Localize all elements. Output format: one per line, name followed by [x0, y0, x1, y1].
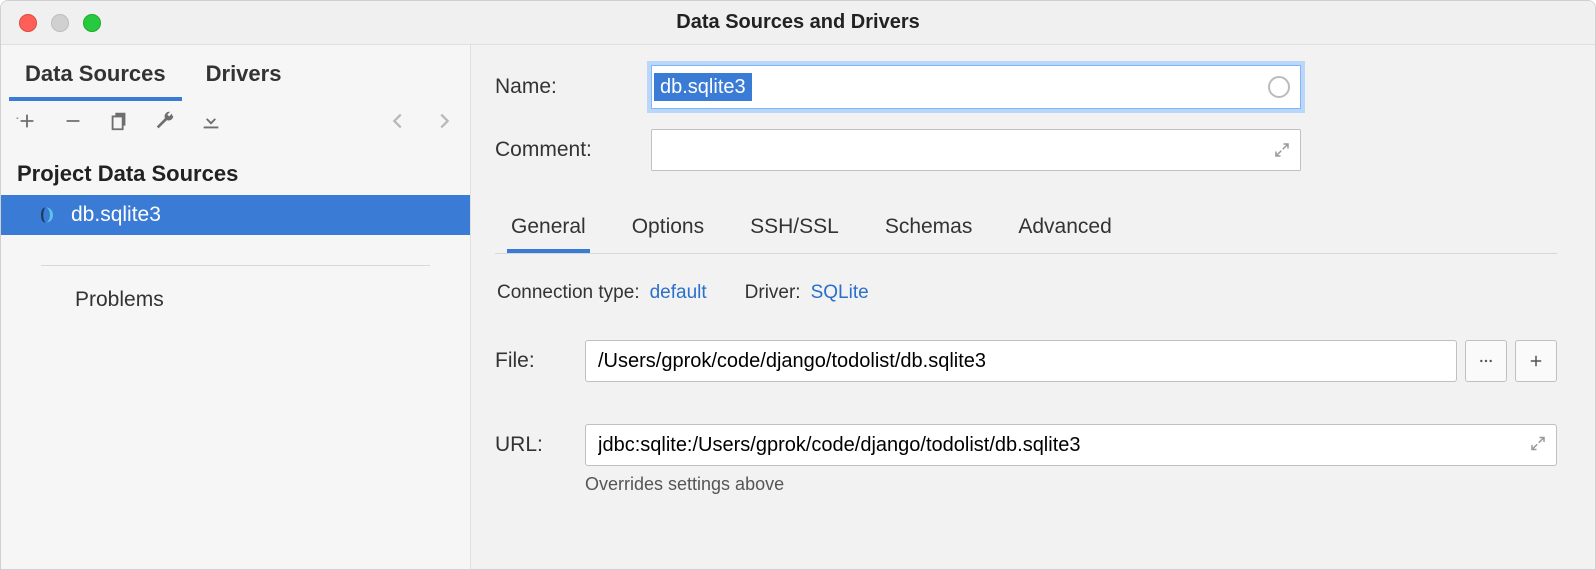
- driver-value[interactable]: SQLite: [811, 282, 869, 304]
- connection-type-value[interactable]: default: [650, 282, 707, 304]
- comment-input[interactable]: [651, 129, 1301, 171]
- tree-item-label: db.sqlite3: [71, 203, 161, 227]
- zoom-window-button[interactable]: [83, 14, 101, 32]
- sidebar-heading: Project Data Sources: [1, 141, 470, 195]
- tree-item-db-sqlite3[interactable]: db.sqlite3: [1, 195, 470, 235]
- sqlite-icon: [41, 206, 59, 224]
- main-panel: Name: db.sqlite3 Comment:: [471, 45, 1595, 569]
- tab-advanced[interactable]: Advanced: [1014, 215, 1115, 253]
- minimize-window-button[interactable]: [51, 14, 69, 32]
- connection-type-label: Connection type:: [497, 282, 640, 304]
- url-hint: Overrides settings above: [585, 474, 1557, 495]
- forward-icon[interactable]: [432, 109, 456, 133]
- tab-general[interactable]: General: [507, 215, 590, 253]
- close-window-button[interactable]: [19, 14, 37, 32]
- expand-icon[interactable]: [1529, 435, 1547, 456]
- url-input[interactable]: [585, 424, 1557, 466]
- tab-data-sources[interactable]: Data Sources: [9, 45, 182, 101]
- browse-button[interactable]: [1465, 340, 1507, 382]
- tree-item-problems[interactable]: Problems: [1, 276, 470, 324]
- remove-icon[interactable]: [61, 109, 85, 133]
- titlebar: Data Sources and Drivers: [1, 1, 1595, 45]
- add-icon[interactable]: [15, 109, 39, 133]
- url-label: URL:: [495, 433, 585, 457]
- import-icon[interactable]: [199, 109, 223, 133]
- wrench-icon[interactable]: [153, 109, 177, 133]
- divider: [41, 265, 430, 266]
- window-title: Data Sources and Drivers: [1, 11, 1595, 34]
- tab-ssh-ssl[interactable]: SSH/SSL: [746, 215, 843, 253]
- driver-label: Driver:: [745, 282, 801, 304]
- sidebar: Data Sources Drivers: [1, 45, 471, 569]
- add-file-button[interactable]: [1515, 340, 1557, 382]
- tab-drivers[interactable]: Drivers: [190, 45, 298, 101]
- tab-schemas[interactable]: Schemas: [881, 215, 977, 253]
- copy-icon[interactable]: [107, 109, 131, 133]
- name-label: Name:: [495, 75, 651, 99]
- back-icon[interactable]: [386, 109, 410, 133]
- name-value-selected: db.sqlite3: [654, 73, 752, 101]
- sidebar-toolbar: [1, 101, 470, 141]
- main-tabs: General Options SSH/SSL Schemas Advanced: [495, 215, 1557, 254]
- file-input[interactable]: [585, 340, 1457, 382]
- file-label: File:: [495, 349, 585, 373]
- name-input[interactable]: db.sqlite3: [651, 65, 1301, 109]
- expand-icon[interactable]: [1273, 141, 1291, 159]
- comment-label: Comment:: [495, 138, 651, 162]
- tab-options[interactable]: Options: [628, 215, 708, 253]
- color-indicator-icon[interactable]: [1268, 76, 1290, 98]
